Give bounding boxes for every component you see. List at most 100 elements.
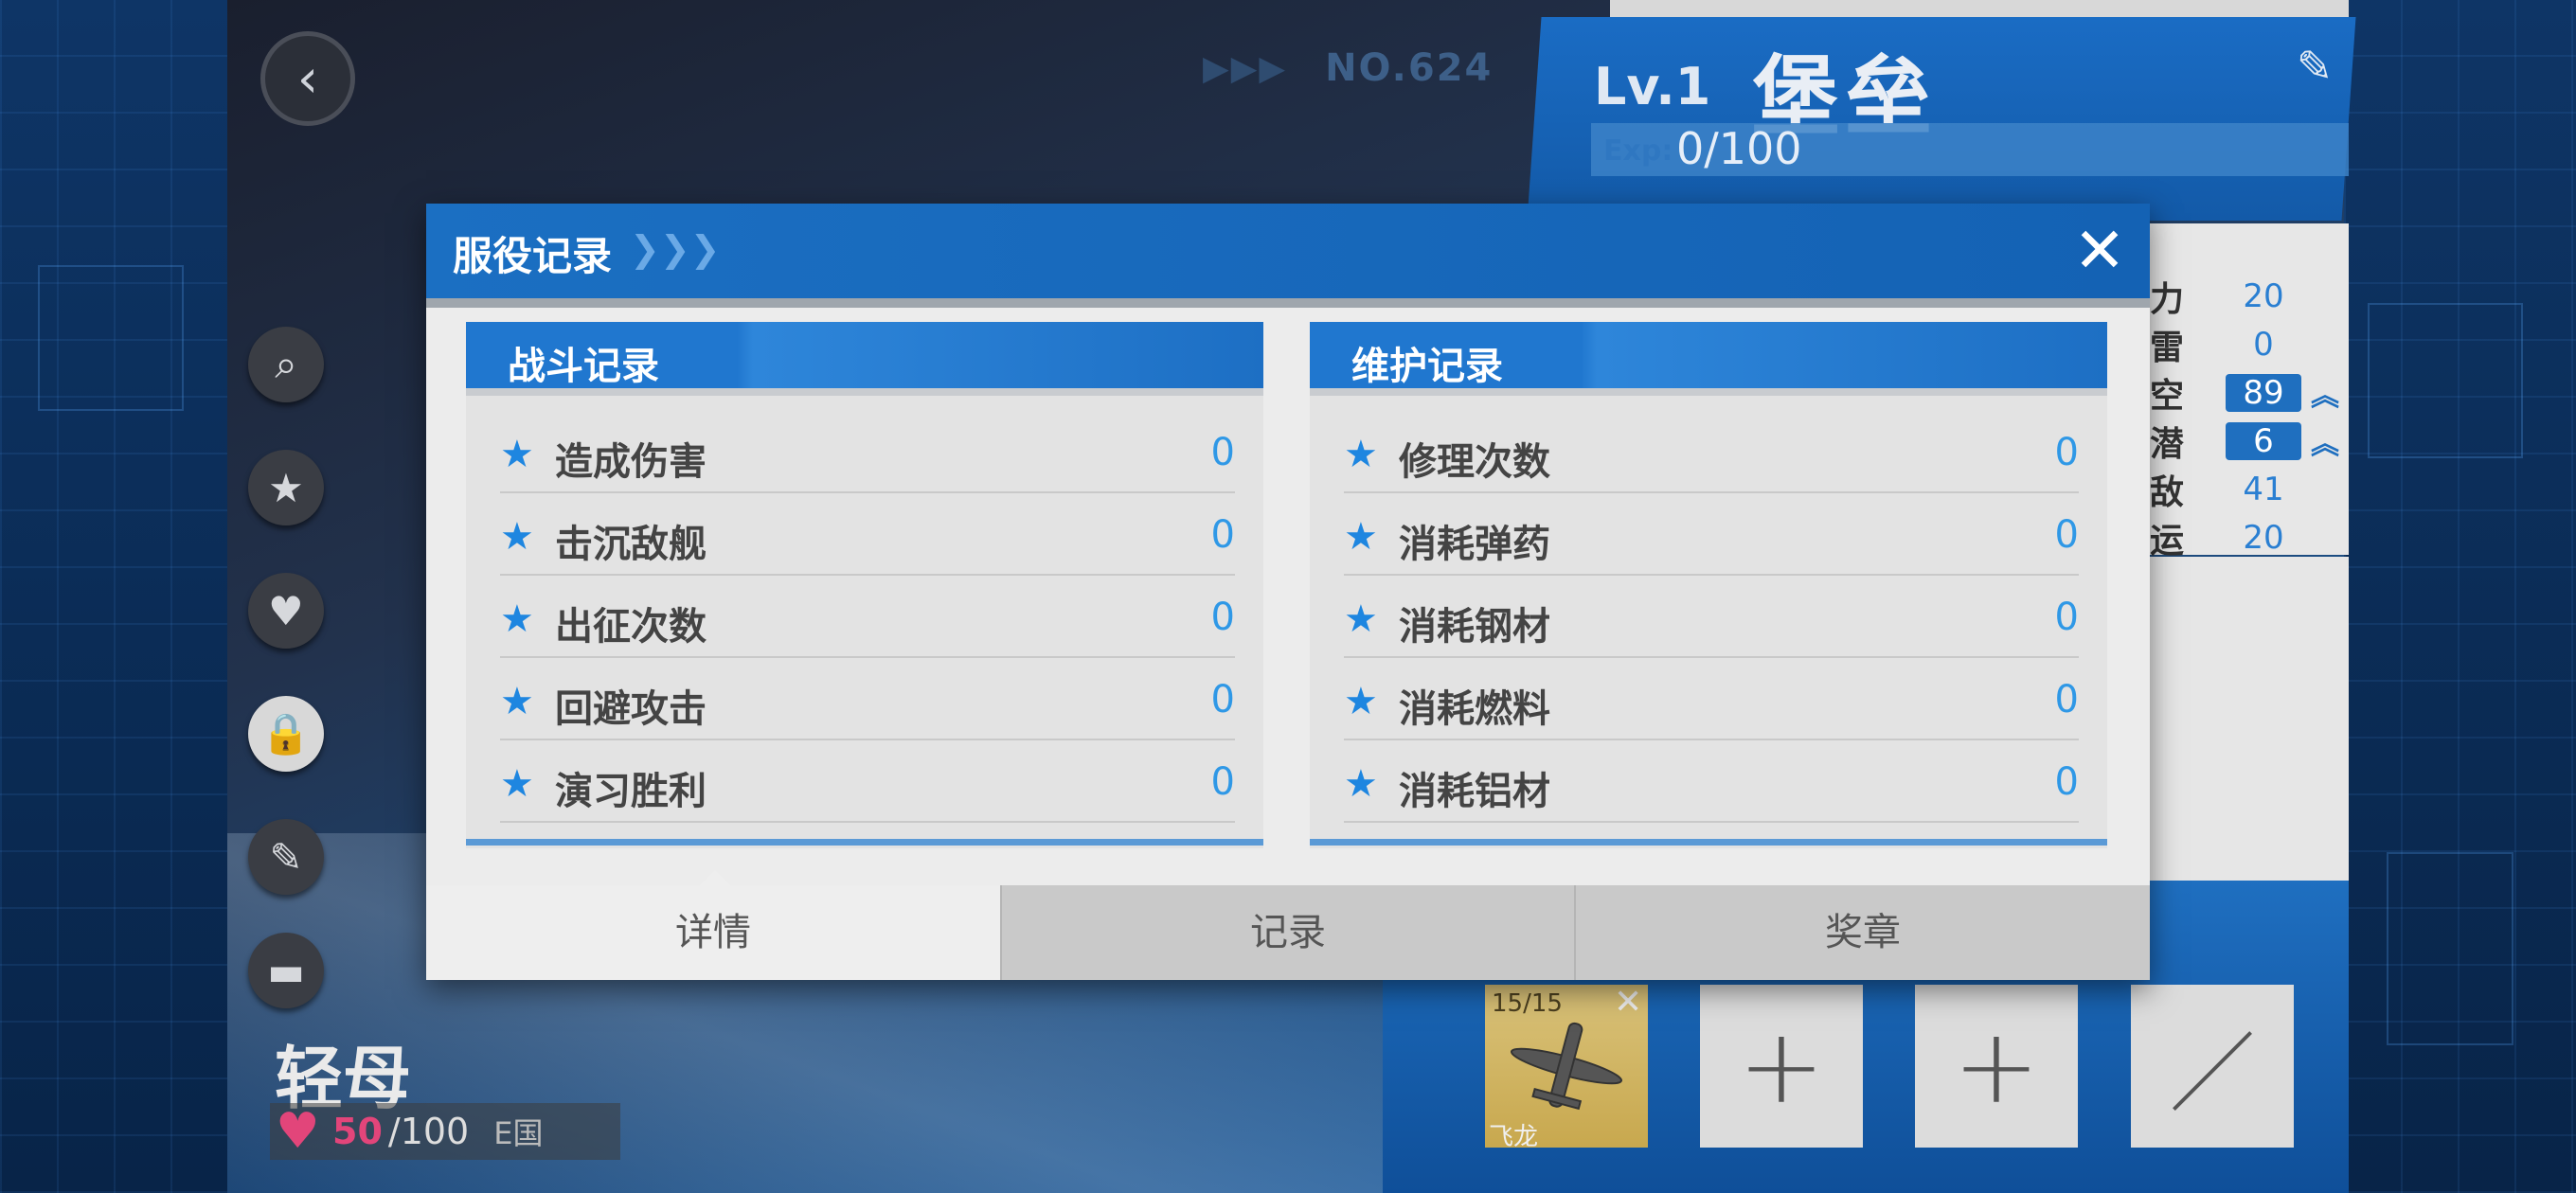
heart-card-icon: ♥ (268, 587, 304, 634)
maintenance-record-label: 消耗铝材 (1399, 770, 1550, 813)
battle-record-value: 0 (1210, 678, 1235, 721)
magnifier-icon: ⌕ (275, 341, 297, 387)
background-decoration (38, 265, 184, 411)
maintenance-record-row: ★ 修理次数 0 (1344, 412, 2079, 493)
star-icon: ★ (500, 762, 534, 806)
maintenance-record-panel: 维护记录 ★ 修理次数 0 ★ 消耗弹药 0 ★ 消耗钢材 0 ★ 消耗燃料 0 ★ 消耗铝材 0 (1310, 322, 2107, 848)
battle-record-label: 击沉敌舰 (555, 523, 707, 566)
battle-record-row: ★ 演习胜利 0 (500, 741, 1235, 823)
edit-name-icon[interactable]: ✎ (2292, 41, 2337, 92)
plane-count: 15/15 (1492, 989, 1563, 1018)
skin-button[interactable]: ▬ (248, 933, 324, 1008)
maintenance-record-row: ★ 消耗弹药 0 (1344, 494, 2079, 576)
battle-record-value: 0 (1210, 596, 1235, 639)
equipment-slot-2[interactable]: + (1700, 985, 1863, 1148)
unequip-close-icon[interactable]: ✕ (1614, 983, 1642, 1022)
stat-value: 20 (2243, 277, 2284, 315)
battle-record-row: ★ 击沉敌舰 0 (500, 494, 1235, 576)
maintenance-record-row: ★ 消耗铝材 0 (1344, 741, 2079, 823)
tab-medals[interactable]: 奖章 (1574, 885, 2150, 980)
stat-row: 力 20 (2150, 275, 2301, 319)
stat-value: 41 (2243, 471, 2284, 508)
skill-panel (2148, 557, 2349, 898)
stat-value: 89 (2226, 374, 2301, 412)
ship-number-tag: ▶▶▶ NO.624 (1203, 44, 1525, 93)
equipment-slot-3[interactable]: + (1915, 985, 2078, 1148)
ship-number: NO.624 (1325, 46, 1494, 90)
star-icon: ★ (1344, 597, 1378, 641)
star-icon: ★ (268, 464, 304, 511)
panel-footer-line (466, 839, 1263, 846)
maintenance-record-label: 消耗弹药 (1399, 523, 1550, 566)
hat-icon: ▬ (267, 947, 305, 994)
stat-label: 雷 (2150, 329, 2185, 367)
affection-value: 50 (332, 1111, 383, 1152)
stat-value: 6 (2226, 422, 2301, 460)
stat-label: 运 (2150, 522, 2185, 561)
tab-bar: 详情 记录 奖章 (426, 885, 2150, 980)
affection-max: /100 (387, 1111, 470, 1152)
slash-icon: ／ (2170, 1024, 2255, 1124)
tab-records[interactable]: 记录 (1000, 885, 1574, 980)
service-record-modal: 服役记录 ❯❯❯ ✕ 战斗记录 ★ 造成伤害 0 ★ 击沉敌舰 0 ★ 出征次数 0 ★ 回避攻击 0… (426, 204, 2150, 980)
maintenance-record-label: 修理次数 (1399, 440, 1550, 484)
star-icon: ★ (500, 515, 534, 559)
level-label: Lv.1 (1594, 57, 1711, 116)
name-panel-top-strip (1610, 0, 2349, 17)
upgrade-chevron-icon: ︽ (2311, 428, 2339, 461)
maintenance-record-title: 维护记录 (1351, 345, 1503, 388)
search-button[interactable]: ⌕ (248, 327, 324, 402)
stat-value: 0 (2253, 326, 2274, 364)
back-arrow-icon: ‹ (296, 47, 319, 110)
battle-record-label: 演习胜利 (555, 770, 707, 813)
name-panel (1527, 17, 2356, 221)
maintenance-record-value: 0 (2054, 513, 2079, 557)
battle-record-row: ★ 回避攻击 0 (500, 659, 1235, 740)
exp-label: Exp: (1603, 134, 1673, 168)
back-button[interactable]: ‹ (260, 31, 355, 126)
stat-label: 敌 (2150, 473, 2185, 512)
star-icon: ★ (500, 680, 534, 723)
plus-icon: + (1952, 1006, 2041, 1127)
nation-label: E国 (493, 1115, 544, 1151)
star-icon: ★ (500, 433, 534, 476)
favorite-button[interactable]: ★ (248, 450, 324, 525)
close-icon: ✕ (2073, 214, 2126, 287)
equipment-slot-4[interactable]: ／ (2131, 985, 2294, 1148)
lock-icon: 🔒 (260, 710, 312, 757)
stat-row: 空 89 ︽ (2150, 371, 2339, 416)
modal-title: 服役记录 (453, 233, 613, 279)
battle-record-row: ★ 造成伤害 0 (500, 412, 1235, 493)
maintenance-record-label: 消耗钢材 (1399, 605, 1550, 649)
background-decoration (2387, 852, 2513, 1045)
stat-row: 潜 6 ︽ (2150, 419, 2339, 464)
battle-record-value: 0 (1210, 513, 1235, 557)
battle-record-label: 回避攻击 (555, 687, 707, 731)
maintenance-record-row: ★ 消耗燃料 0 (1344, 659, 2079, 740)
plus-icon: + (1737, 1006, 1826, 1127)
stat-value: 20 (2243, 519, 2284, 557)
stat-label: 力 (2150, 280, 2185, 319)
battle-record-row: ★ 出征次数 0 (500, 577, 1235, 658)
lock-button[interactable]: 🔒 (248, 696, 324, 772)
maintenance-record-label: 消耗燃料 (1399, 687, 1550, 731)
tag-arrows-icon: ▶▶▶ (1203, 48, 1288, 88)
close-button[interactable]: ✕ (2069, 220, 2130, 282)
stat-row: 敌 41 (2150, 468, 2301, 512)
plane-name: 飞龙 (1489, 1123, 1539, 1151)
star-icon: ★ (1344, 515, 1378, 559)
star-icon: ★ (1344, 433, 1378, 476)
tab-details[interactable]: 详情 (426, 885, 1000, 980)
modal-header-divider (426, 298, 2150, 308)
marriage-button[interactable]: ♥ (248, 573, 324, 649)
battle-record-value: 0 (1210, 760, 1235, 804)
maintenance-record-value: 0 (2054, 431, 2079, 474)
star-icon: ★ (500, 597, 534, 641)
heart-icon: ♥ (276, 1103, 320, 1160)
remodel-button[interactable]: ✎ (248, 819, 324, 895)
star-icon: ★ (1344, 680, 1378, 723)
maintenance-record-value: 0 (2054, 596, 2079, 639)
stat-label: 潜 (2150, 425, 2185, 464)
upgrade-chevron-icon: ︽ (2311, 380, 2339, 413)
title-arrows-icon: ❯❯❯ (630, 228, 721, 270)
